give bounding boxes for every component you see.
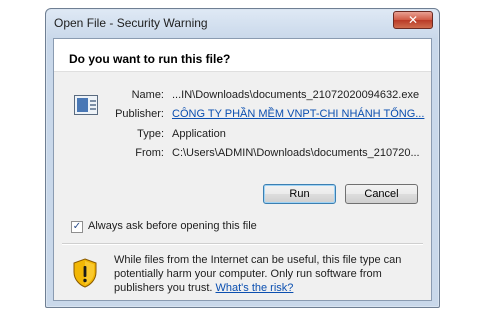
publisher-label: Publisher: <box>115 108 164 120</box>
title-bar[interactable]: Open File - Security Warning ✕ <box>46 9 439 37</box>
divider <box>62 243 423 245</box>
from-label: From: <box>135 147 164 159</box>
run-button[interactable]: Run <box>263 184 336 204</box>
name-value: ...IN\Downloads\documents_21072020094632… <box>172 89 420 101</box>
run-button-label: Run <box>289 188 310 200</box>
close-icon: ✕ <box>407 13 419 27</box>
cancel-button-label: Cancel <box>364 188 399 200</box>
dialog-question: Do you want to run this file? <box>69 52 231 66</box>
window-title: Open File - Security Warning <box>54 16 208 30</box>
publisher-link[interactable]: CÔNG TY PHẦN MỀM VNPT-CHI NHÁNH TỔNG... <box>172 108 424 120</box>
always-ask-label[interactable]: Always ask before opening this file <box>88 220 257 232</box>
always-ask-checkbox[interactable]: ✓ <box>71 221 83 233</box>
dialog-header: Do you want to run this file? <box>54 39 431 72</box>
close-button[interactable]: ✕ <box>393 11 433 29</box>
type-label: Type: <box>137 128 164 140</box>
from-value: C:\Users\ADMIN\Downloads\documents_21072… <box>172 147 420 159</box>
name-label: Name: <box>131 89 164 101</box>
cancel-button[interactable]: Cancel <box>345 184 418 204</box>
warning-message: While files from the Internet can be use… <box>114 253 426 295</box>
shield-warning-icon <box>73 258 97 288</box>
dialog-body: Do you want to run this file? Name: ...I… <box>53 38 432 301</box>
type-value: Application <box>172 128 226 140</box>
executable-file-icon <box>74 95 98 115</box>
whats-the-risk-link[interactable]: What's the risk? <box>216 282 294 294</box>
security-warning-dialog: Open File - Security Warning ✕ Do you wa… <box>45 8 440 308</box>
